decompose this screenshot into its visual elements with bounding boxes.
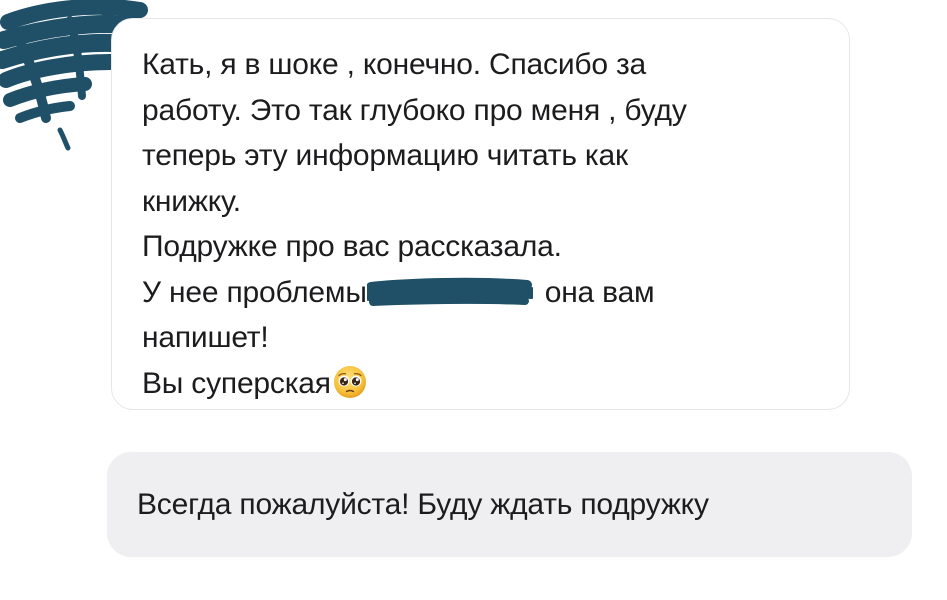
incoming-message-bubble[interactable]: Кать, я в шоке , конечно. Спасибо за раб… [111, 18, 850, 410]
message-line-3: теперь эту информацию читать как [142, 139, 628, 172]
outgoing-message-text: Всегда пожалуйста! Буду ждать подружку [137, 487, 709, 521]
pleading-face-icon [333, 365, 366, 398]
message-line-8-text: Вы суперская [142, 366, 331, 400]
redacted-text-scribble [366, 277, 533, 306]
message-line-1: Кать, я в шоке , конечно. Спасибо за [142, 48, 647, 81]
message-line-5: Подружке про вас рассказала. [142, 230, 562, 263]
message-line-6-end: она вам [544, 275, 655, 309]
message-line-2: работу. Это так глубоко про меня , буду [142, 93, 687, 127]
message-line-4: книжку. [142, 184, 241, 218]
message-line-6-start: У нее проблемы [142, 275, 367, 309]
outgoing-message-bubble[interactable]: Всегда пожалуйста! Буду ждать подружку [107, 452, 912, 557]
message-line-6: У нее проблемы она вам [142, 270, 819, 316]
message-line-7: напишет! [142, 321, 269, 354]
message-line-8: Вы суперская [142, 361, 819, 407]
